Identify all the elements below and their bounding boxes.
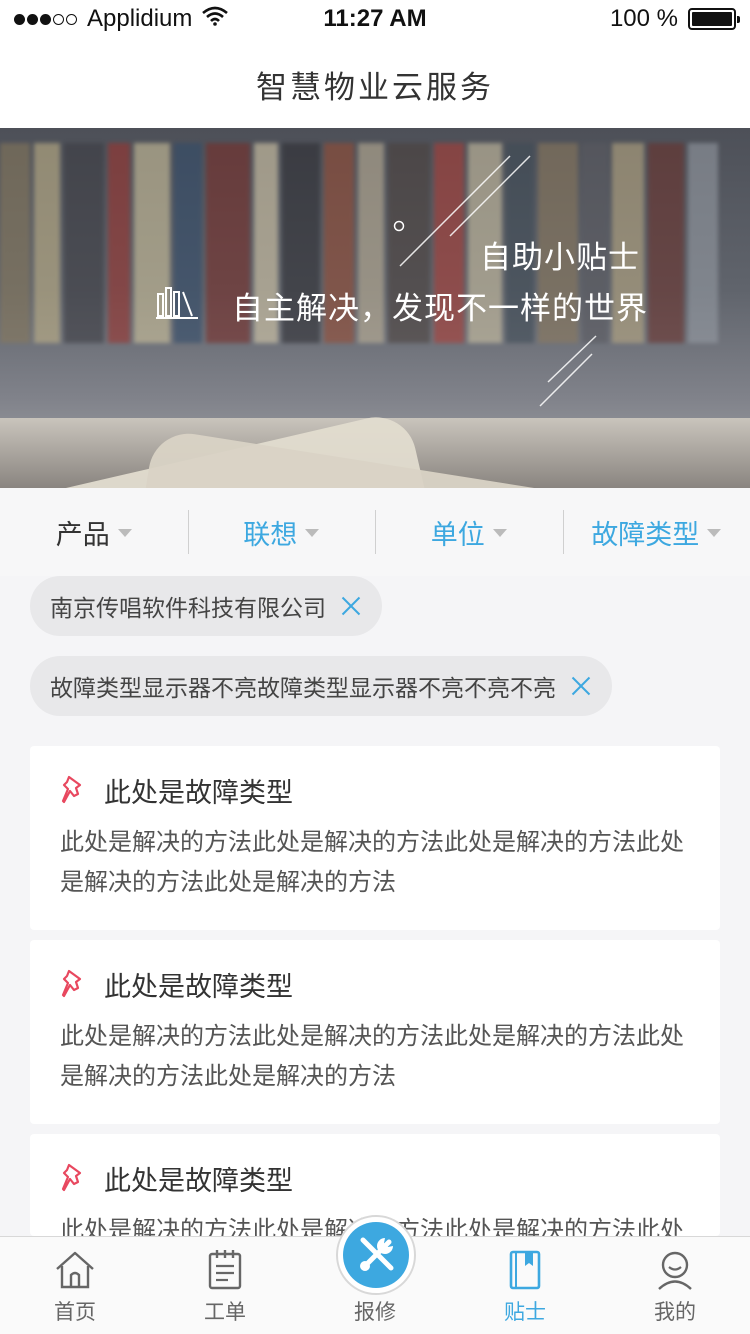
tip-card[interactable]: 此处是故障类型 此处是解决的方法此处是解决的方法此处是解决的方法此处是解决的方法… bbox=[30, 746, 720, 930]
chevron-down-icon bbox=[305, 529, 320, 537]
status-bar: Applidium 11:27 AM 100 % bbox=[0, 0, 750, 40]
tag-text: 南京传唱软件科技有限公司 bbox=[50, 596, 326, 622]
battery-icon bbox=[688, 8, 740, 30]
filter-bar: 产品 联想 单位 故障类型 bbox=[0, 488, 750, 576]
user-icon bbox=[658, 1251, 692, 1290]
card-title: 此处是故障类型 bbox=[104, 971, 293, 1003]
tab-tips[interactable]: 贴士 bbox=[450, 1237, 600, 1334]
chevron-down-icon bbox=[492, 529, 507, 537]
status-right: 100 % bbox=[609, 5, 740, 33]
library-icon bbox=[156, 284, 198, 324]
filter-label: 故障类型 bbox=[591, 519, 700, 551]
tab-label: 工单 bbox=[204, 1300, 246, 1324]
tab-label: 首页 bbox=[54, 1300, 96, 1324]
tab-label: 报修 bbox=[354, 1300, 396, 1324]
tab-repair[interactable]: 报修 bbox=[300, 1215, 450, 1334]
banner-title: 自助小贴士 bbox=[480, 240, 640, 276]
card-header: 此处是故障类型 bbox=[60, 964, 690, 1004]
tag-text: 故障类型显示器不亮故障类型显示器不亮不亮不亮 bbox=[50, 676, 556, 702]
filter-unit[interactable]: 单位 bbox=[375, 510, 563, 554]
filter-label: 单位 bbox=[430, 519, 485, 551]
pin-icon bbox=[61, 969, 82, 998]
home-icon bbox=[56, 1251, 94, 1289]
page-title: 智慧物业云服务 bbox=[256, 69, 494, 106]
nav-bar: 智慧物业云服务 bbox=[0, 40, 750, 128]
tab-label: 我的 bbox=[654, 1300, 696, 1324]
pin-icon bbox=[61, 775, 82, 804]
filter-tag-company: 南京传唱软件科技有限公司 bbox=[30, 576, 382, 636]
card-header: 此处是故障类型 bbox=[60, 770, 690, 810]
close-icon[interactable] bbox=[570, 675, 592, 697]
tip-card[interactable]: 此处是故障类型 此处是解决的方法此处是解决的方法此处是解决的方法此处是解决的方法… bbox=[30, 940, 720, 1124]
pin-icon bbox=[61, 1163, 82, 1192]
tab-me[interactable]: 我的 bbox=[600, 1237, 750, 1334]
filter-label: 联想 bbox=[243, 519, 298, 551]
bookmark-book-icon bbox=[509, 1250, 541, 1290]
card-header: 此处是故障类型 bbox=[60, 1158, 690, 1198]
tips-banner: 自助小贴士 自主解决，发现不一样的世界 bbox=[0, 128, 750, 488]
card-body: 此处是解决的方法此处是解决的方法此处是解决的方法此处是解决的方法此处是解决的方法 bbox=[60, 1022, 684, 1090]
tools-icon bbox=[343, 1222, 409, 1288]
chevron-down-icon bbox=[117, 529, 132, 537]
card-title: 此处是故障类型 bbox=[104, 777, 293, 809]
repair-button[interactable] bbox=[336, 1215, 416, 1295]
tab-work-order[interactable]: 工单 bbox=[150, 1237, 300, 1334]
clipboard-icon bbox=[208, 1250, 242, 1290]
tab-home[interactable]: 首页 bbox=[0, 1237, 150, 1334]
card-title: 此处是故障类型 bbox=[104, 1165, 293, 1197]
battery-percent: 100 % bbox=[609, 5, 678, 32]
filter-brand[interactable]: 联想 bbox=[187, 510, 376, 554]
close-icon[interactable] bbox=[340, 595, 362, 617]
filter-product[interactable]: 产品 bbox=[0, 510, 188, 554]
tab-label: 贴士 bbox=[504, 1300, 546, 1324]
banner-subtitle: 自主解决，发现不一样的世界 bbox=[232, 291, 648, 327]
card-body: 此处是解决的方法此处是解决的方法此处是解决的方法此处是解决的方法此处是解决的方法 bbox=[60, 828, 684, 896]
filter-label: 产品 bbox=[55, 519, 110, 551]
filter-fault-type[interactable]: 故障类型 bbox=[562, 510, 750, 554]
tab-bar: 首页 工单 报修 贴士 我的 bbox=[0, 1215, 750, 1334]
filter-tag-fault: 故障类型显示器不亮故障类型显示器不亮不亮不亮 bbox=[30, 656, 612, 716]
chevron-down-icon bbox=[707, 529, 722, 537]
